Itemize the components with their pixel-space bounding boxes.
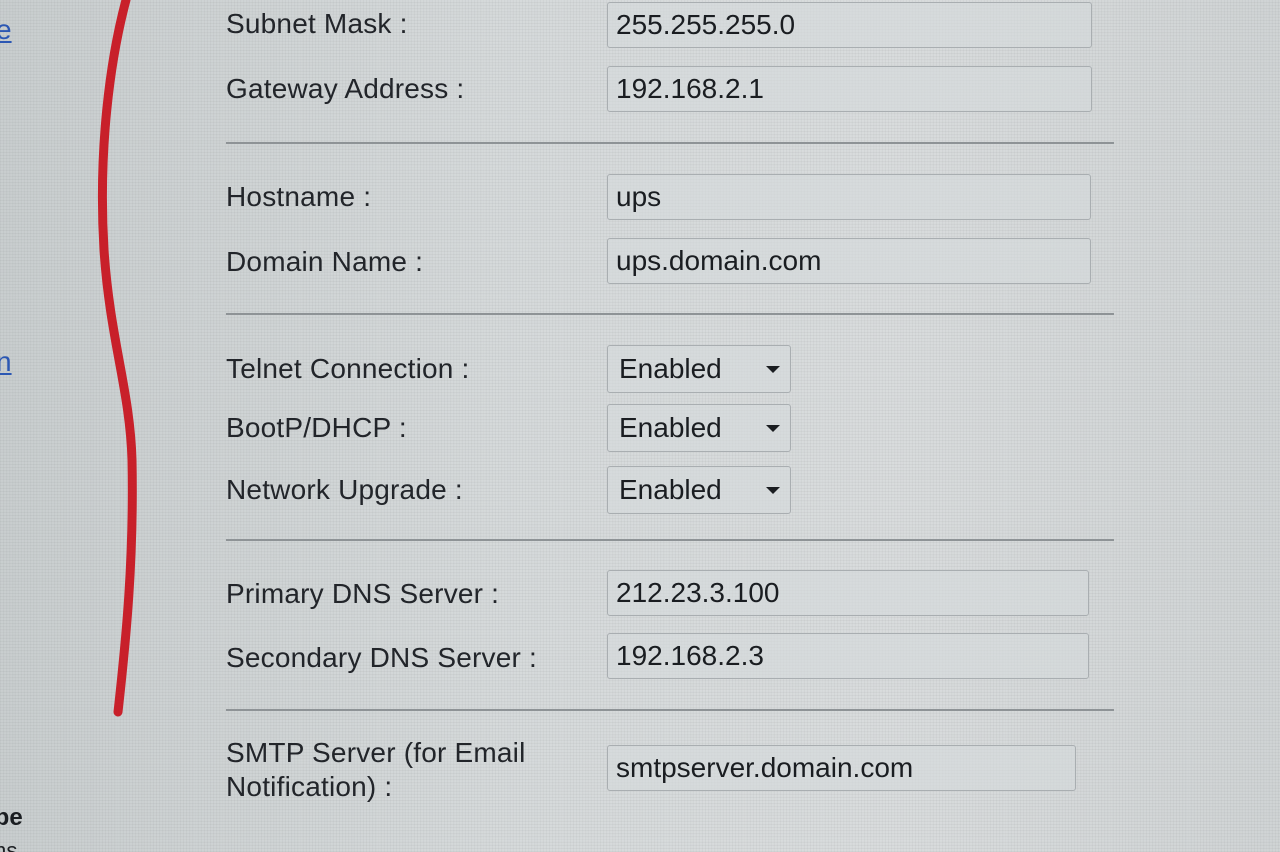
secondary-dns-input[interactable]: 192.168.2.3: [607, 633, 1089, 679]
chevron-down-icon[interactable]: [766, 366, 780, 373]
hostname-label: Hostname :: [226, 181, 372, 212]
domain-name-label: Domain Name :: [226, 246, 424, 277]
smtp-server-label: SMTP Server (for Email Notification) :: [226, 737, 526, 802]
telnet-connection-select[interactable]: Enabled: [607, 345, 791, 393]
network-upgrade-select[interactable]: Enabled: [607, 466, 791, 514]
primary-dns-input[interactable]: 212.23.3.100: [607, 570, 1089, 616]
network-upgrade-label: Network Upgrade :: [226, 474, 463, 505]
divider: [226, 709, 1114, 711]
divider: [226, 539, 1114, 541]
bootp-dhcp-value: Enabled: [619, 412, 722, 443]
red-accent-curve: [97, 0, 137, 717]
subnet-mask-input[interactable]: 255.255.255.0: [607, 2, 1092, 48]
divider: [226, 313, 1114, 315]
subnet-mask-label: Subnet Mask :: [226, 8, 408, 39]
chevron-down-icon[interactable]: [766, 425, 780, 432]
gateway-address-input[interactable]: 192.168.2.1: [607, 66, 1092, 112]
divider: [226, 142, 1114, 144]
smtp-server-input[interactable]: smtpserver.domain.com: [607, 745, 1076, 791]
secondary-dns-label: Secondary DNS Server :: [226, 642, 537, 673]
chevron-down-icon[interactable]: [766, 487, 780, 494]
network-upgrade-value: Enabled: [619, 474, 722, 505]
hostname-input[interactable]: ups: [607, 174, 1091, 220]
telnet-connection-value: Enabled: [619, 353, 722, 384]
primary-dns-label: Primary DNS Server :: [226, 578, 500, 609]
telnet-connection-label: Telnet Connection :: [226, 353, 470, 384]
bootp-dhcp-label: BootP/DHCP :: [226, 412, 407, 443]
bootp-dhcp-select[interactable]: Enabled: [607, 404, 791, 452]
gateway-address-label: Gateway Address :: [226, 73, 465, 104]
domain-name-input[interactable]: ups.domain.com: [607, 238, 1091, 284]
